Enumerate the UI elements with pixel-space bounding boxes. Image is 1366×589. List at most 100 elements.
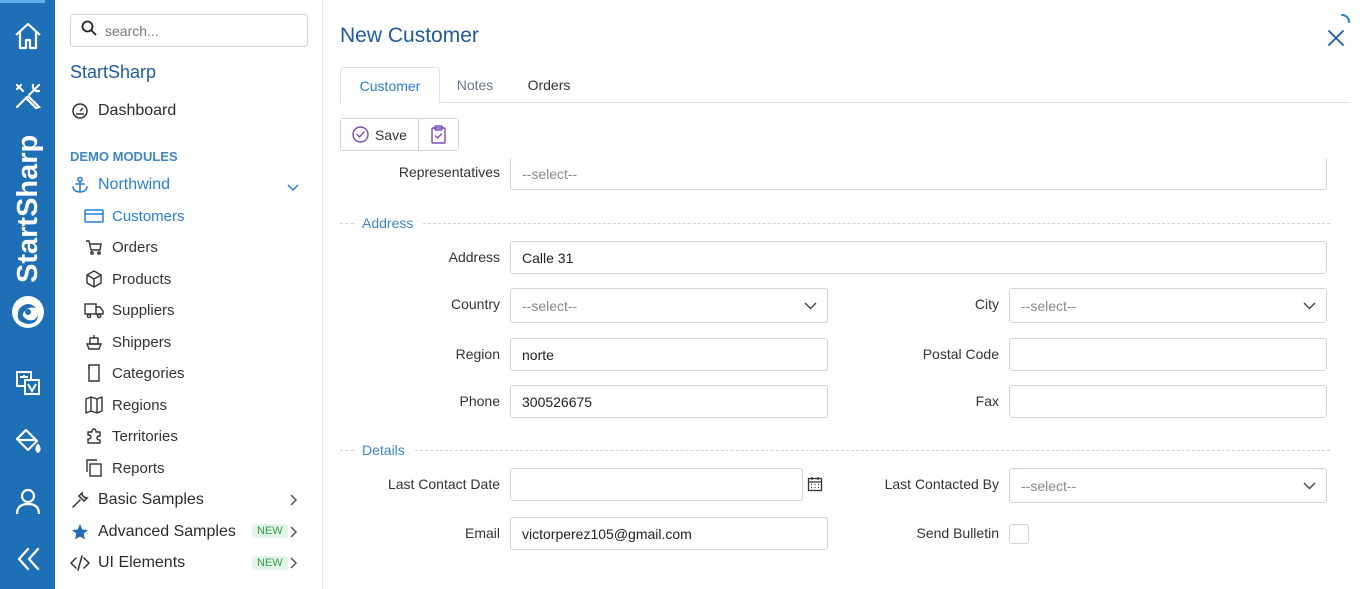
legend-dash xyxy=(340,222,354,224)
tab-orders[interactable]: Orders xyxy=(510,67,588,103)
chevron-down-icon xyxy=(1303,299,1316,315)
wrench-icon xyxy=(70,490,90,510)
search-input[interactable] xyxy=(105,22,285,39)
postal-code-input[interactable] xyxy=(1009,338,1327,371)
fax-label: Fax xyxy=(975,393,999,409)
search-box[interactable] xyxy=(70,14,308,47)
tab-customer[interactable]: Customer xyxy=(340,67,440,104)
id-card-icon xyxy=(84,206,104,226)
city-label: City xyxy=(974,296,999,312)
address-label: Address xyxy=(448,249,500,265)
address-section-header: Address xyxy=(340,215,1330,231)
legend-line xyxy=(423,222,1330,224)
sidebar-item-regions[interactable]: Regions xyxy=(84,395,167,415)
sidebar-item-reports[interactable]: Reports xyxy=(84,458,165,478)
chevron-down-icon xyxy=(804,299,817,315)
representatives-select[interactable]: --select-- xyxy=(510,158,1327,190)
sidebar-item-basic-samples[interactable]: Basic Samples xyxy=(70,490,204,510)
email-label: Email xyxy=(464,525,500,541)
chevron-down-icon xyxy=(287,180,299,198)
sidebar-item-dashboard[interactable]: Dashboard xyxy=(70,101,176,121)
fax-input[interactable] xyxy=(1009,385,1327,418)
sidebar-item-label: Orders xyxy=(112,238,158,256)
sidebar-item-label: Regions xyxy=(112,396,168,414)
map-icon xyxy=(84,395,104,415)
brand-vertical-logo: StartSharp xyxy=(8,128,48,288)
sidebar-item-advanced-samples[interactable]: Advanced Samples xyxy=(70,522,236,542)
sidebar-item-label: Northwind xyxy=(98,176,171,193)
sidebar-item-label: Categories xyxy=(112,364,185,382)
details-section-title: Details xyxy=(362,442,405,458)
last-contacted-by-placeholder: --select-- xyxy=(1021,477,1077,494)
customer-dialog: New Customer Customer Notes Orders Save … xyxy=(323,0,1366,589)
sidebar-item-label: Basic Samples xyxy=(98,491,204,508)
box-icon xyxy=(84,269,104,289)
chevron-right-icon xyxy=(288,493,298,511)
sidebar-item-northwind[interactable]: Northwind xyxy=(70,175,170,195)
city-placeholder: --select-- xyxy=(1021,297,1077,314)
collapse-double-chevron-icon[interactable] xyxy=(12,543,43,574)
paint-bucket-icon[interactable] xyxy=(12,425,43,456)
icon-rail: StartSharp xyxy=(0,0,55,589)
sidebar-item-orders[interactable]: Orders xyxy=(84,237,158,257)
last-contact-date-input[interactable] xyxy=(510,468,803,501)
tools-icon[interactable] xyxy=(12,80,43,111)
startsharp-logo-icon xyxy=(10,294,46,330)
dialog-title: New Customer xyxy=(340,24,479,47)
close-icon[interactable] xyxy=(1326,28,1346,48)
sidebar-brand: StartSharp xyxy=(70,62,157,82)
save-button[interactable]: Save xyxy=(341,119,418,150)
sidebar-item-products[interactable]: Products xyxy=(84,269,171,289)
check-circle-icon xyxy=(352,126,369,143)
home-icon[interactable] xyxy=(12,20,43,51)
sidebar-item-label: Reports xyxy=(112,459,165,477)
postal-code-label: Postal Code xyxy=(922,346,999,362)
email-input[interactable]: victorperez105@gmail.com xyxy=(510,517,828,550)
dialog-toolbar: Save xyxy=(340,118,459,151)
email-value: victorperez105@gmail.com xyxy=(522,525,692,542)
sidebar-item-label: Dashboard xyxy=(98,102,177,119)
cart-icon xyxy=(84,237,104,257)
user-icon[interactable] xyxy=(12,485,43,516)
address-section-title: Address xyxy=(362,215,414,231)
save-label: Save xyxy=(375,126,407,143)
sidebar-item-categories[interactable]: Categories xyxy=(84,363,185,383)
rail-active-indicator xyxy=(0,0,45,3)
country-select[interactable]: --select-- xyxy=(510,288,828,323)
sidebar-item-customers[interactable]: Customers xyxy=(84,206,185,226)
send-bulletin-checkbox[interactable] xyxy=(1009,524,1029,544)
bookmark-page-icon xyxy=(84,363,104,383)
new-badge: NEW xyxy=(252,556,288,570)
sidebar-item-ui-elements[interactable]: UI Elements xyxy=(70,553,185,573)
region-label: Region xyxy=(455,346,500,362)
sidebar: StartSharp Dashboard DEMO MODULES Northw… xyxy=(55,0,323,589)
phone-input[interactable]: 300526675 xyxy=(510,385,828,418)
dashboard-gauge-icon xyxy=(70,101,90,121)
sidebar-item-shippers[interactable]: Shippers xyxy=(84,332,171,352)
last-contact-date-label: Last Contact Date xyxy=(387,476,500,492)
svg-text:StartSharp: StartSharp xyxy=(12,135,44,283)
calendar-icon[interactable] xyxy=(807,476,823,497)
address-input[interactable]: Calle 31 xyxy=(510,241,1327,274)
tab-notes[interactable]: Notes xyxy=(440,67,510,103)
customer-form: Representatives --select-- Address Addre… xyxy=(340,158,1350,550)
apply-changes-button[interactable] xyxy=(417,119,458,150)
country-label: Country xyxy=(450,296,500,312)
sidebar-item-territories[interactable]: Territories xyxy=(84,426,178,446)
star-icon xyxy=(70,522,90,542)
translate-icon[interactable] xyxy=(12,367,43,398)
region-input[interactable]: norte xyxy=(510,338,828,371)
legend-dash xyxy=(340,449,354,451)
search-icon xyxy=(81,20,97,41)
last-contacted-by-select[interactable]: --select-- xyxy=(1009,468,1327,503)
puzzle-icon xyxy=(84,426,104,446)
city-select[interactable]: --select-- xyxy=(1009,288,1327,323)
new-badge: NEW xyxy=(252,524,288,538)
last-contacted-by-label: Last Contacted By xyxy=(884,476,999,492)
sidebar-item-suppliers[interactable]: Suppliers xyxy=(84,300,175,320)
details-section-header: Details xyxy=(340,442,1330,458)
sidebar-item-label: Advanced Samples xyxy=(98,523,236,540)
representatives-label: Representatives xyxy=(398,164,500,180)
address-value: Calle 31 xyxy=(522,249,574,266)
sidebar-item-label: UI Elements xyxy=(98,554,186,571)
